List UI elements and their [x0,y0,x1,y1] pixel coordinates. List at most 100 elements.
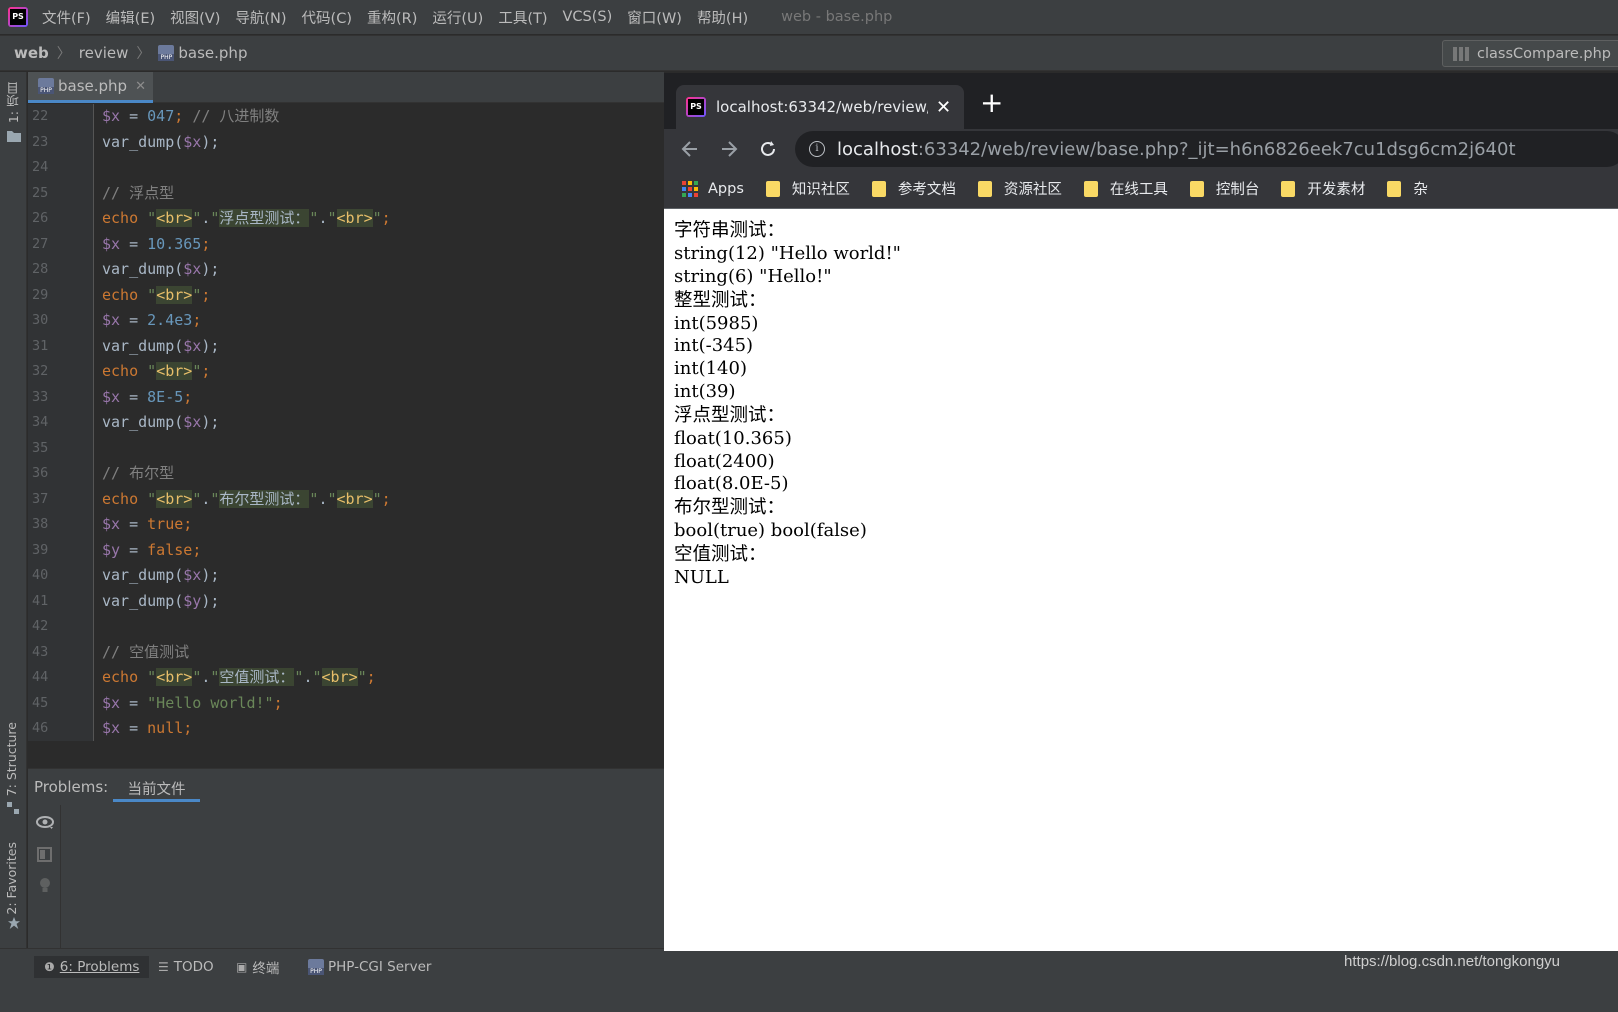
menu-bar: 文件(F) 编辑(E) 视图(V) 导航(N) 代码(C) 重构(R) 运行(U… [0,0,1618,34]
output-line: float(2400) [674,450,775,472]
code-line: 33 $x = 8E-5; [28,385,664,411]
line-number: 30 [32,312,49,328]
output-line: float(8.0E-5) [674,473,789,495]
output-line: int(5985) [674,312,759,334]
bookmark-folder[interactable]: 在线工具 [1083,178,1168,199]
code-line: 41 var_dump($y); [28,589,664,615]
code-line: 37 echo "<br>"."布尔型测试："."<br>"; [28,487,664,513]
watermark-url: https://blog.csdn.net/tongkongyu [1344,953,1560,970]
breadcrumb-separator-icon: 〉 [136,46,151,62]
line-number: 40 [32,567,49,583]
problems-title: Problems: [34,778,109,796]
close-tab-icon[interactable]: ✕ [936,97,951,118]
bookmark-label: 杂 [1413,182,1428,198]
line-number: 43 [32,643,49,660]
page-content: 字符串测试： string(12) "Hello world!" string(… [664,209,1618,951]
info-icon[interactable]: i [809,141,825,157]
code-line: 26 echo "<br>"."浮点型测试："."<br>"; [28,206,664,232]
tool-tab-favorites[interactable]: 2: Favorites [4,842,19,915]
editor-tab-base-php[interactable]: base.php ✕ [28,72,153,103]
code-line: 35 [28,436,664,462]
status-tab-label: TODO [173,959,214,975]
line-number: 36 [32,465,49,481]
output-line: int(-345) [674,335,754,357]
menu-help[interactable]: 帮助(H) [697,7,748,28]
star-icon [8,917,20,929]
menu-vcs[interactable]: VCS(S) [563,9,613,25]
folder-icon [1281,180,1296,197]
bookmark-folder[interactable]: 杂 [1387,178,1428,199]
php-config-icon [1453,46,1470,61]
menu-file[interactable]: 文件(F) [42,7,91,28]
bookmark-apps[interactable]: Apps [682,180,744,197]
menu-edit[interactable]: 编辑(E) [106,7,155,28]
line-number: 32 [32,363,49,379]
code-line: 46 $x = null; [28,716,664,741]
code-line: 40 var_dump($x); [28,563,664,589]
bookmark-folder[interactable]: 开发素材 [1281,178,1365,199]
menu-run[interactable]: 运行(U) [432,7,483,28]
code-line: 44 echo "<br>"."空值测试："."<br>"; [28,665,664,691]
status-tab-problems[interactable]: ❶ 6: Problems [34,956,150,978]
line-number: 38 [32,516,49,532]
status-tab-todo[interactable]: ☰ TODO [158,956,214,978]
code-line: 36// 布尔型 [28,461,664,487]
browser-tab-title: localhost:63342/web/review/base.php?_ijt… [716,98,928,116]
bookmark-label: 在线工具 [1109,182,1168,198]
status-tab-php-cgi-server[interactable]: PHP-CGI Server [308,956,431,978]
menu-window[interactable]: 窗口(W) [627,7,682,28]
line-number: 28 [32,261,49,277]
apps-grid-icon [682,180,698,197]
status-tab-terminal[interactable]: ▣ 终端 [236,956,279,978]
problems-panel: Problems: 当前文件 [28,768,664,949]
line-number: 22 [32,108,49,124]
run-configuration-selector[interactable]: classCompare.php [1442,40,1618,67]
code-line: 38 $x = true; [28,512,664,538]
code-line: 30 $x = 2.4e3; [28,308,664,334]
new-tab-icon[interactable]: + [980,89,1003,117]
folder-icon [7,131,21,142]
line-number: 26 [32,210,49,226]
code-line: 39 $y = false; [28,538,664,564]
code-line: 29 echo "<br>"; [28,283,664,309]
lightbulb-icon[interactable] [36,877,54,893]
bookmark-label: 参考文档 [897,182,956,198]
tool-tab-project[interactable]: 1: 项目 [4,82,23,123]
menu-tools[interactable]: 工具(T) [498,7,547,28]
menu-view[interactable]: 视图(V) [170,7,220,28]
code-line: 25// 浮点型 [28,181,664,207]
browser-tab[interactable]: localhost:63342/web/review/base.php?_ijt… [676,85,964,129]
tab-current-file[interactable]: 当前文件 [113,769,200,802]
list-icon: ☰ [158,960,169,974]
tool-tab-structure[interactable]: 7: Structure [4,722,19,796]
output-line: float(10.365) [674,427,792,449]
back-arrow-icon[interactable] [680,139,700,159]
line-number: 25 [32,184,49,201]
code-editor[interactable]: 22 $x = 047; // 八进制数 23 var_dump($x); 24 2… [28,104,664,741]
output-line: 整型测试： [674,289,767,311]
close-icon[interactable]: ✕ [135,79,146,94]
menu-refactor[interactable]: 重构(R) [367,7,417,28]
bookmark-folder[interactable]: 知识社区 [765,178,850,199]
preview-icon[interactable] [36,847,54,863]
reload-icon[interactable] [758,139,778,159]
line-number: 37 [32,490,49,507]
breadcrumb-review[interactable]: review [79,44,129,62]
navigation-bar: web 〉 review 〉 base.php classCompare.php [0,35,1618,71]
bookmark-folder[interactable]: 资源社区 [977,178,1062,199]
breadcrumb-base-php[interactable]: base.php [178,44,247,62]
menu-navigate[interactable]: 导航(N) [235,7,286,28]
code-line: 32 echo "<br>"; [28,359,664,385]
line-number: 33 [32,388,49,405]
address-bar[interactable]: i localhost:63342/web/review/base.php?_i… [795,131,1618,167]
line-number: 41 [32,592,49,609]
menu-code[interactable]: 代码(C) [302,7,352,28]
bookmark-folder[interactable]: 控制台 [1189,178,1259,199]
forward-arrow-icon[interactable] [719,139,739,159]
folder-icon [1189,180,1204,197]
bookmark-folder[interactable]: 参考文档 [871,178,956,199]
breadcrumb-web[interactable]: web [14,44,49,62]
folder-icon [1083,180,1098,197]
line-number: 42 [32,618,49,634]
eye-icon[interactable] [36,815,54,831]
